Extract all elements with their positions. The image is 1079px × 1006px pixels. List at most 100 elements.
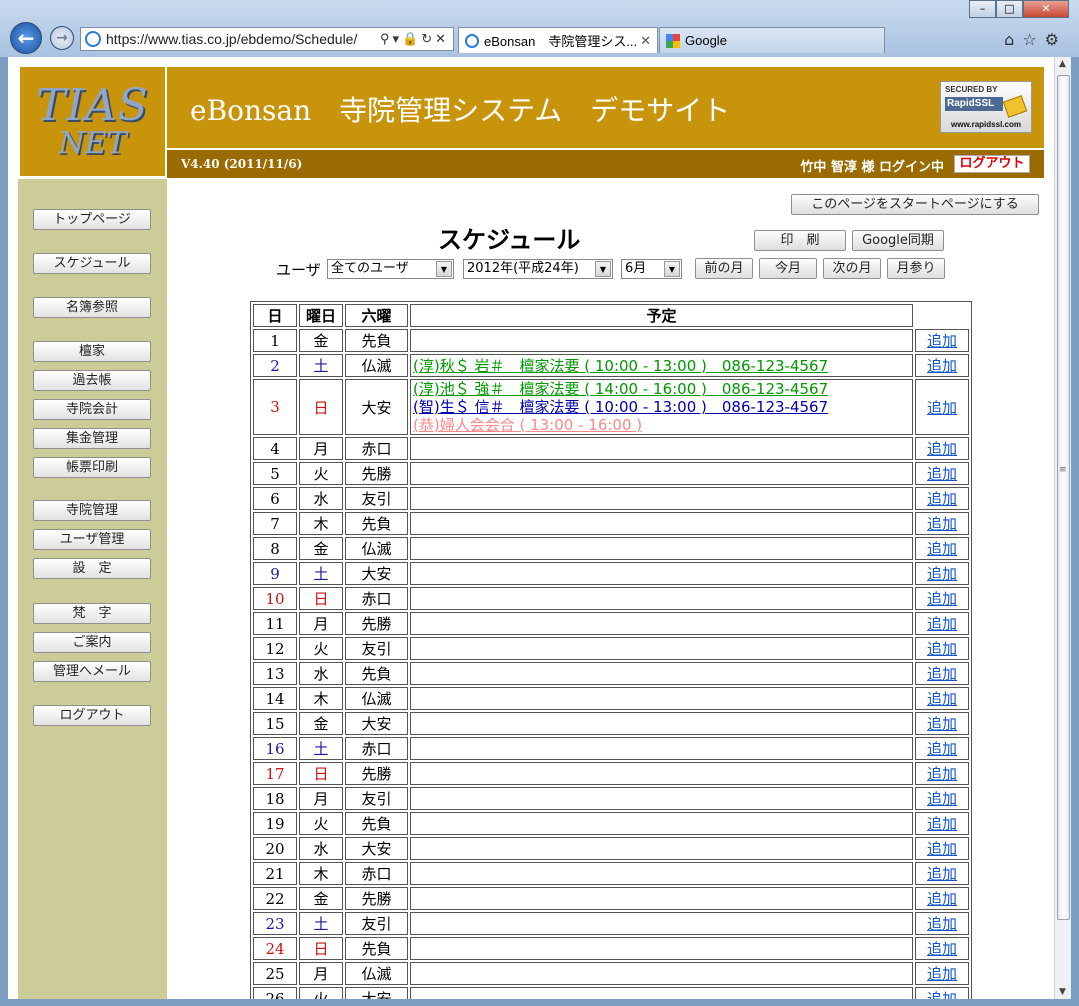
forward-arrow-icon[interactable]: →	[50, 26, 74, 50]
sidebar-item-mail-admin[interactable]: 管理へメール	[33, 661, 151, 682]
plan-cell	[410, 737, 913, 760]
add-cell: 追加	[915, 354, 969, 377]
tab-ebonsan[interactable]: eBonsan 寺院管理シス... ✕	[458, 27, 658, 53]
scrollbar-thumb[interactable]	[1057, 75, 1070, 920]
add-link[interactable]: 追加	[927, 965, 957, 983]
sidebar-item-top-page[interactable]: トップページ	[33, 209, 151, 230]
schedule-event-link[interactable]: (淳)池＄ 強＃ 檀家法要 ( 14:00 - 16:00 ) 086-123-…	[413, 380, 912, 398]
day-cell: 25	[253, 962, 297, 985]
add-link[interactable]: 追加	[927, 565, 957, 583]
rokuyo-cell: 大安	[345, 562, 408, 585]
add-link[interactable]: 追加	[927, 990, 957, 999]
sidebar-item-user-admin[interactable]: ユーザ管理	[33, 529, 151, 550]
sidebar-item-roster[interactable]: 名簿参照	[33, 297, 151, 318]
schedule-event-link[interactable]: (智)生＄ 信＃ 檀家法要 ( 10:00 - 13:00 ) 086-123-…	[413, 398, 912, 416]
weekday-cell: 金	[299, 887, 343, 910]
day-cell: 16	[253, 737, 297, 760]
vertical-scrollbar[interactable]: ▲ ≡ ▼	[1054, 57, 1071, 999]
add-link[interactable]: 追加	[927, 940, 957, 958]
add-link[interactable]: 追加	[927, 665, 957, 683]
sidebar-item-temple-accounting[interactable]: 寺院会計	[33, 399, 151, 420]
sidebar-item-schedule[interactable]: スケジュール	[33, 253, 151, 274]
add-cell: 追加	[915, 737, 969, 760]
sidebar-item-danka[interactable]: 檀家	[33, 341, 151, 362]
table-row: 12 火友引 追加	[253, 637, 969, 660]
scroll-up-icon[interactable]: ▲	[1059, 59, 1066, 69]
add-link[interactable]: 追加	[927, 865, 957, 883]
month-select[interactable]: 6月 ▼	[621, 259, 682, 279]
monthly-visit-button[interactable]: 月参り	[887, 258, 945, 279]
tab-google[interactable]: Google	[659, 27, 885, 53]
browser-toolbar-icons: ⌂☆⚙	[1004, 30, 1067, 49]
address-bar[interactable]: https://www.tias.co.jp/ebdemo/Schedule/ …	[80, 27, 454, 51]
table-row: 20 水大安 追加	[253, 837, 969, 860]
year-select[interactable]: 2012年(平成24年) ▼	[463, 259, 613, 279]
print-button[interactable]: 印 刷	[754, 230, 846, 251]
add-link[interactable]: 追加	[927, 840, 957, 858]
add-link[interactable]: 追加	[927, 690, 957, 708]
add-link[interactable]: 追加	[927, 890, 957, 908]
weekday-cell: 月	[299, 962, 343, 985]
add-cell: 追加	[915, 712, 969, 735]
add-cell: 追加	[915, 687, 969, 710]
minimize-button[interactable]: –	[969, 0, 996, 18]
tab-close-icon[interactable]: ✕	[640, 33, 651, 49]
add-link[interactable]: 追加	[927, 357, 957, 375]
rokuyo-cell: 仏滅	[345, 687, 408, 710]
sidebar-item-temple-admin[interactable]: 寺院管理	[33, 500, 151, 521]
add-link[interactable]: 追加	[927, 332, 957, 350]
add-link[interactable]: 追加	[927, 590, 957, 608]
schedule-event-link[interactable]: (恭)婦人会会合 ( 13:00 - 16:00 )	[413, 416, 912, 434]
back-arrow-icon[interactable]: ←	[10, 22, 42, 54]
add-link[interactable]: 追加	[927, 640, 957, 658]
sidebar-item-collection[interactable]: 集金管理	[33, 428, 151, 449]
tias-net-logo: TIAS NET	[18, 65, 167, 178]
sidebar-item-kakocho[interactable]: 過去帳	[33, 370, 151, 391]
year-select-value: 2012年(平成24年)	[467, 261, 579, 276]
weekday-cell: 月	[299, 787, 343, 810]
schedule-event-link[interactable]: (淳)秋＄ 岩＃ 檀家法要 ( 10:00 - 13:00 ) 086-123-…	[413, 357, 912, 375]
add-cell: 追加	[915, 987, 969, 999]
weekday-cell: 金	[299, 329, 343, 352]
add-link[interactable]: 追加	[927, 615, 957, 633]
chevron-down-icon: ▼	[664, 261, 680, 277]
sidebar-item-bonji[interactable]: 梵 字	[33, 603, 151, 624]
address-tools-icons[interactable]: ⚲▾🔒↻✕	[380, 31, 453, 47]
add-link[interactable]: 追加	[927, 915, 957, 933]
user-select[interactable]: 全てのユーザ ▼	[327, 259, 454, 279]
set-start-page-button[interactable]: このページをスタートページにする	[791, 194, 1039, 215]
logout-button-header[interactable]: ログアウト	[954, 155, 1030, 173]
add-link[interactable]: 追加	[927, 515, 957, 533]
add-link[interactable]: 追加	[927, 399, 957, 417]
add-link[interactable]: 追加	[927, 790, 957, 808]
sidebar-item-settings[interactable]: 設 定	[33, 558, 151, 579]
this-month-button[interactable]: 今月	[759, 258, 817, 279]
next-month-button[interactable]: 次の月	[823, 258, 881, 279]
weekday-cell: 水	[299, 662, 343, 685]
home-icon[interactable]: ⌂	[1004, 30, 1022, 49]
rapidssl-seal[interactable]: SECURED BY RapidSSL www.rapidssl.com	[940, 81, 1032, 133]
add-link[interactable]: 追加	[927, 715, 957, 733]
google-sync-button[interactable]: Google同期	[852, 230, 944, 251]
scroll-down-icon[interactable]: ▼	[1059, 987, 1066, 997]
add-link[interactable]: 追加	[927, 815, 957, 833]
settings-gear-icon[interactable]: ⚙	[1045, 30, 1067, 49]
prev-month-button[interactable]: 前の月	[695, 258, 753, 279]
maximize-button[interactable]: □	[996, 0, 1023, 18]
chevron-down-icon: ▼	[595, 261, 611, 277]
logo-text-tias: TIAS	[36, 79, 149, 131]
window-close-button[interactable]: ✕	[1023, 0, 1069, 18]
add-link[interactable]: 追加	[927, 540, 957, 558]
favorites-star-icon[interactable]: ☆	[1022, 30, 1044, 49]
add-link[interactable]: 追加	[927, 740, 957, 758]
sidebar-item-form-print[interactable]: 帳票印刷	[33, 457, 151, 478]
add-link[interactable]: 追加	[927, 490, 957, 508]
add-link[interactable]: 追加	[927, 465, 957, 483]
table-row: 7 木先負 追加	[253, 512, 969, 535]
add-link[interactable]: 追加	[927, 765, 957, 783]
add-link[interactable]: 追加	[927, 440, 957, 458]
add-cell: 追加	[915, 887, 969, 910]
day-cell: 13	[253, 662, 297, 685]
sidebar-item-guide[interactable]: ご案内	[33, 632, 151, 653]
sidebar-item-logout[interactable]: ログアウト	[33, 705, 151, 726]
